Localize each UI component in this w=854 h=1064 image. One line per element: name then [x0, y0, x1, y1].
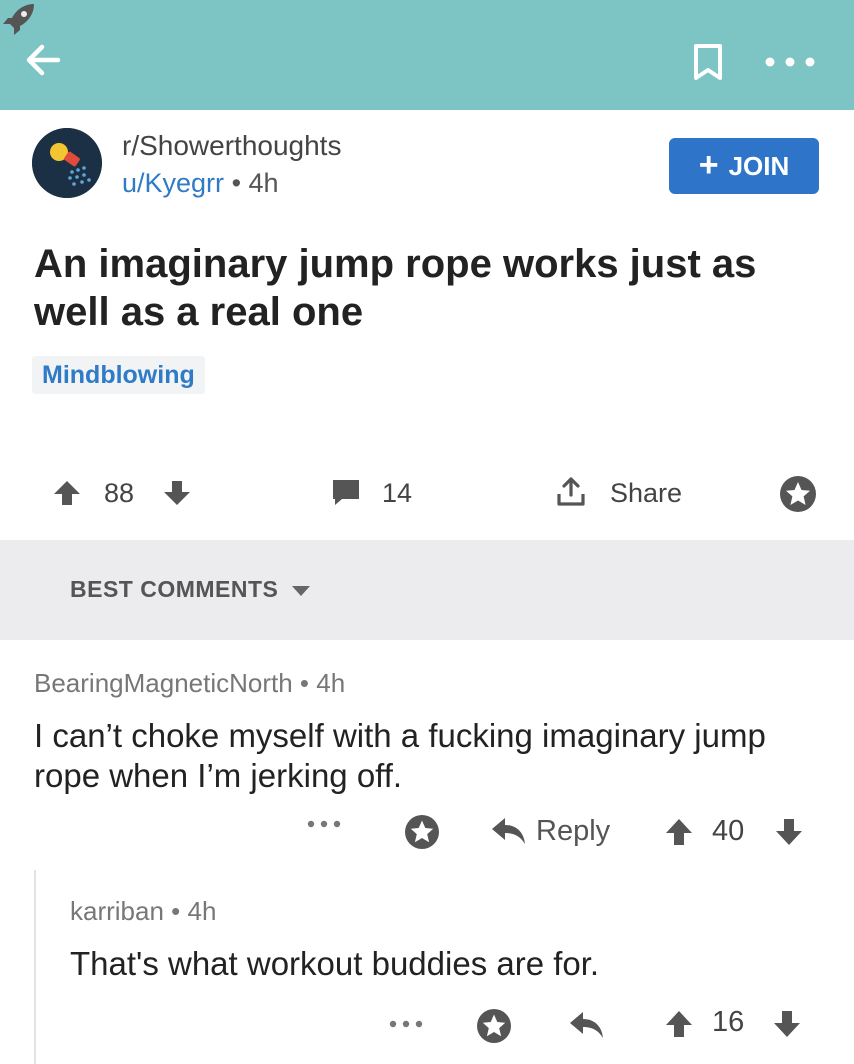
comment-author[interactable]: BearingMagneticNorth • 4h: [34, 668, 345, 699]
reply-arrow-icon[interactable]: [490, 814, 528, 848]
comments-button[interactable]: [330, 476, 362, 508]
sort-label[interactable]: BEST COMMENTS: [70, 576, 278, 603]
downvote-arrow-icon[interactable]: [772, 1008, 802, 1040]
more-options-icon[interactable]: [388, 1018, 424, 1030]
upvote-arrow-icon[interactable]: [664, 816, 694, 848]
post-meta: u/Kyegrr • 4h: [122, 168, 279, 199]
upvote-button[interactable]: [52, 478, 82, 508]
caret-down-icon[interactable]: [290, 584, 312, 598]
post-title[interactable]: An imaginary jump rope works just as wel…: [34, 240, 824, 336]
post-flair[interactable]: Mindblowing: [32, 356, 205, 394]
bookmark-icon[interactable]: [690, 42, 726, 82]
star-icon[interactable]: [402, 812, 442, 852]
downvote-arrow-icon[interactable]: [774, 816, 804, 848]
save-post-button[interactable]: [778, 474, 818, 514]
subreddit-avatar[interactable]: [32, 128, 102, 198]
subreddit-name[interactable]: r/Showerthoughts: [122, 130, 341, 162]
share-button[interactable]: [555, 476, 587, 508]
comment-body: I can’t choke myself with a fucking imag…: [34, 717, 766, 794]
thread-line[interactable]: [34, 870, 36, 1064]
upvote-arrow-icon: [54, 481, 80, 505]
shower-head-icon: [32, 128, 102, 198]
comment-count: 14: [382, 478, 413, 508]
upvote-arrow-icon[interactable]: [664, 1008, 694, 1040]
downvote-button[interactable]: [162, 478, 192, 508]
share-icon: [557, 477, 585, 506]
more-options-icon[interactable]: [306, 818, 342, 830]
top-app-bar: [0, 0, 854, 110]
comment-vote-count: 40: [712, 815, 745, 847]
post-vote-count: 88: [104, 478, 135, 508]
star-icon: [780, 476, 816, 512]
downvote-arrow-icon: [164, 481, 190, 505]
more-icon[interactable]: [762, 52, 818, 72]
join-button[interactable]: + JOIN: [669, 138, 819, 194]
post-author[interactable]: u/Kyegrr: [122, 168, 224, 198]
post-age: • 4h: [231, 168, 279, 198]
comment-body: That's what workout buddies are for.: [70, 945, 600, 982]
comment-bubble-icon: [333, 480, 359, 505]
reply-button[interactable]: Reply: [536, 815, 610, 848]
share-label[interactable]: Share: [610, 478, 682, 509]
back-arrow-icon[interactable]: [22, 38, 66, 82]
join-label: JOIN: [728, 150, 790, 181]
star-icon[interactable]: [474, 1006, 514, 1046]
comment-vote-count: 16: [712, 1006, 745, 1038]
reply-arrow-icon[interactable]: [568, 1008, 606, 1042]
rocket-icon: [3, 4, 34, 35]
plus-icon: +: [698, 145, 719, 184]
comment-author[interactable]: karriban • 4h: [70, 896, 216, 927]
